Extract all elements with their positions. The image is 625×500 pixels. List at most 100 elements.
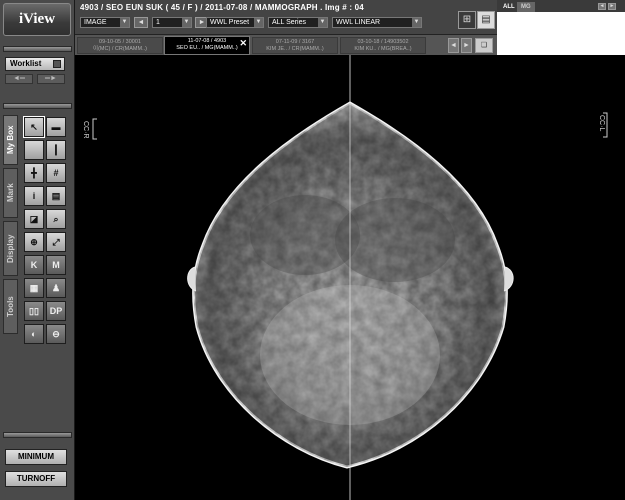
turnoff-button[interactable]: TURNOFF <box>5 471 67 487</box>
document-icon: ▤ <box>481 14 491 25</box>
k-marker-icon: K <box>30 260 38 270</box>
wwl-mode-select[interactable]: WWL LINEAR ▼ <box>332 17 422 28</box>
sidebar-separator <box>3 432 72 438</box>
report-button[interactable]: ▤ <box>477 11 495 29</box>
fit-tool-button[interactable]: ⤢ <box>46 232 66 252</box>
study-tab[interactable]: 03-10-18 / 14903502 KIM KU.. / MG(BREA..… <box>340 37 426 54</box>
layout-3x3-button[interactable]: # <box>46 163 66 183</box>
panel-prev-button[interactable]: ◄ <box>598 3 606 10</box>
series-value: ALL Series <box>272 19 306 26</box>
arrow-left-icon: ◄ <box>137 19 145 26</box>
tab-all[interactable]: ALL <box>499 2 519 12</box>
minimum-button[interactable]: MINIMUM <box>5 449 67 465</box>
save-tool-button[interactable]: ▬ <box>46 117 66 137</box>
reset-tool-button[interactable]: ⊖ <box>46 324 66 344</box>
chevron-down-icon: ▼ <box>182 18 191 27</box>
dp-tool-icon: DP <box>49 306 63 316</box>
mammogram-image[interactable] <box>75 55 625 500</box>
series-select[interactable]: ALL Series ▼ <box>268 17 328 28</box>
ruler-tool-button[interactable]: ▦ <box>24 278 44 298</box>
worklist-button[interactable]: Worklist <box>5 57 65 71</box>
frame-number-value: 1 <box>156 19 160 26</box>
info-tool-icon: i <box>32 191 36 201</box>
invert-tool-icon: ◐ <box>31 329 37 339</box>
prev-worklist-button[interactable]: ◄═ <box>5 74 33 84</box>
study-tab-date: 07-11-09 / 3167 <box>275 39 315 45</box>
fit-tool-icon: ⤢ <box>52 237 60 247</box>
study-tab[interactable]: 09-10-05 / 30001 이(MC) / CR(MAMM..) <box>77 37 163 54</box>
left-bracket <box>92 118 97 140</box>
wwl-preset-value: WWL Preset <box>210 19 250 26</box>
pointer-tool-button[interactable]: ↖ <box>23 116 45 138</box>
study-tab-date: 03-10-18 / 14903502 <box>357 39 409 45</box>
grid-layout-button[interactable]: ⊞ <box>458 11 476 29</box>
study-tab[interactable]: 07-11-09 / 3167 KIM JE.. / CR(MAMM..) <box>252 37 338 54</box>
study-tab-active[interactable]: 11-07-08 / 4903 SEO EU.. / MG(MAMM..) ✕ <box>164 36 250 55</box>
thumbnail-panel-header: ALL MG ◄ ► <box>497 0 625 12</box>
zoom-tool-button[interactable]: ⌕ <box>46 209 66 229</box>
tabs-prev-button[interactable]: ◄ <box>448 38 459 53</box>
study-tab-patient: SEO EU.. / MG(MAMM..) <box>176 45 238 51</box>
m-marker-icon: M <box>52 260 60 270</box>
study-tab-patient: 이(MC) / CR(MAMM..) <box>93 46 147 52</box>
image-type-value: IMAGE <box>84 19 107 26</box>
invert-tool-button[interactable]: ◐ <box>24 324 44 344</box>
info-tool-button[interactable]: i <box>24 186 44 206</box>
sidebar-separator <box>3 46 72 52</box>
prev-frame-button[interactable]: ◄ <box>134 17 148 28</box>
pointer-tool-icon: ↖ <box>30 122 38 132</box>
layout-2x2-icon: ╋ <box>31 168 37 178</box>
study-tab-patient: KIM KU.. / MG(BREA..) <box>354 46 412 52</box>
patient-info: 4903 / SEO EUN SUK ( 45 / F ) / 2011-07-… <box>80 3 364 12</box>
close-tab-icon[interactable]: ✕ <box>239 39 247 48</box>
top-toolbar: 4903 / SEO EUN SUK ( 45 / F ) / 2011-07-… <box>75 0 497 35</box>
arrow-right-icon: ► <box>609 3 615 9</box>
layout-3x3-icon: # <box>53 168 59 178</box>
window-level-button[interactable]: ◪ <box>24 209 44 229</box>
layout-1x1-button[interactable] <box>24 140 44 160</box>
m-marker-button[interactable]: M <box>46 255 66 275</box>
annotation-tool-button[interactable]: ♟ <box>46 278 66 298</box>
study-tab-date: 11-07-08 / 4903 <box>187 38 227 44</box>
arrow-right-icon: ► <box>463 42 470 49</box>
magnify-tool-button[interactable]: ⊕ <box>24 232 44 252</box>
wwl-preset-select[interactable]: WWL Preset ▼ <box>206 17 264 28</box>
tab-mg[interactable]: MG <box>517 2 535 12</box>
document-tool-icon: ▤ <box>51 191 61 201</box>
tab-tools[interactable]: Tools <box>3 279 18 334</box>
arrow-left-icon: ◄ <box>599 3 605 9</box>
tabs-menu-button[interactable]: ❏ <box>475 38 493 53</box>
grid-icon: ⊞ <box>462 14 472 25</box>
thumbnail-panel: ALL MG ◄ ► <box>497 0 625 55</box>
left-orientation-label: CC·R <box>82 121 89 139</box>
panel-next-button[interactable]: ► <box>608 3 616 10</box>
dp-tool-button[interactable]: DP <box>46 301 66 321</box>
tab-display[interactable]: Display <box>3 221 18 276</box>
image-type-select[interactable]: IMAGE ▼ <box>80 17 130 28</box>
magnify-tool-icon: ⊕ <box>30 237 38 247</box>
image-viewport[interactable]: CC·R CC·L <box>75 55 625 500</box>
folder-icon: ❏ <box>480 42 488 49</box>
zoom-tool-icon: ⌕ <box>53 214 59 224</box>
worklist-square-icon <box>53 60 61 68</box>
chevron-down-icon: ▼ <box>318 18 327 27</box>
save-tool-icon: ▬ <box>51 122 61 132</box>
worklist-label: Worklist <box>10 59 42 68</box>
ruler-tool-icon: ▦ <box>29 283 39 293</box>
tab-my-box[interactable]: My Box <box>3 115 18 165</box>
document-tool-button[interactable]: ▤ <box>46 186 66 206</box>
k-marker-button[interactable]: K <box>24 255 44 275</box>
compare-tool-button[interactable]: ▯▯ <box>24 301 44 321</box>
next-worklist-button[interactable]: ═► <box>37 74 65 84</box>
chevron-down-icon: ▼ <box>120 18 129 27</box>
nipple-right <box>187 266 197 292</box>
layout-2x2-button[interactable]: ╋ <box>24 163 44 183</box>
right-orientation-label: CC·L <box>598 115 605 132</box>
tab-mark[interactable]: Mark <box>3 168 18 218</box>
layout-1x2-button[interactable]: ┃ <box>46 140 66 160</box>
frame-number-select[interactable]: 1 ▼ <box>152 17 192 28</box>
nipple-left <box>503 266 514 292</box>
annotation-tool-icon: ♟ <box>51 283 61 293</box>
window-level-icon: ◪ <box>29 214 39 224</box>
tabs-next-button[interactable]: ► <box>461 38 472 53</box>
